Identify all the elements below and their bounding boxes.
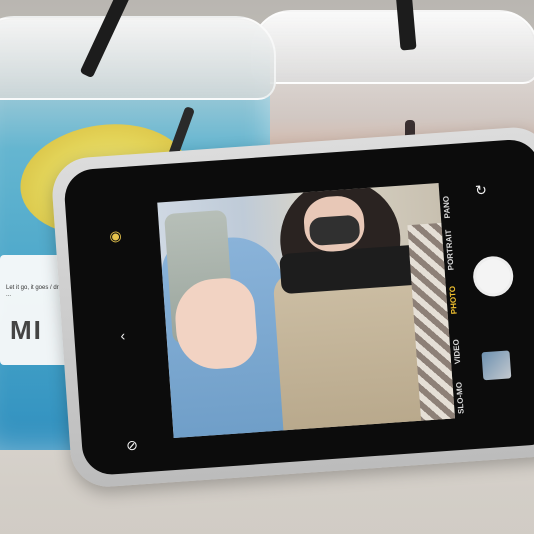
mode-video[interactable]: VIDEO: [452, 339, 463, 364]
flash-off-icon[interactable]: ⊘: [126, 437, 139, 455]
smartphone: ◉ ‹ ⊘ SLO-MO VIDEO PHOTO PORTRAIT PANO ↻: [50, 125, 534, 490]
right-cup-lid: [251, 10, 534, 84]
switch-camera-icon[interactable]: ↻: [475, 182, 488, 200]
mode-pano[interactable]: PANO: [441, 196, 452, 219]
shutter-button[interactable]: [471, 255, 515, 298]
mode-slo-mo[interactable]: SLO-MO: [454, 382, 465, 415]
camera-viewfinder: [157, 182, 456, 439]
cup-label-brand: MI: [10, 315, 43, 345]
scene: Let it go, it goes / drink it ... MI ◉ ‹…: [0, 0, 534, 534]
chevron-left-icon[interactable]: ‹: [120, 327, 126, 343]
mode-photo[interactable]: PHOTO: [448, 286, 459, 315]
last-photo-thumbnail[interactable]: [481, 350, 512, 381]
phone-screen: ◉ ‹ ⊘ SLO-MO VIDEO PHOTO PORTRAIT PANO ↻: [62, 137, 534, 477]
viewfinder-face-mask: [308, 214, 361, 247]
mode-portrait[interactable]: PORTRAIT: [444, 229, 456, 270]
live-photo-icon[interactable]: ◉: [109, 227, 122, 245]
left-cup-lid: [0, 16, 276, 100]
